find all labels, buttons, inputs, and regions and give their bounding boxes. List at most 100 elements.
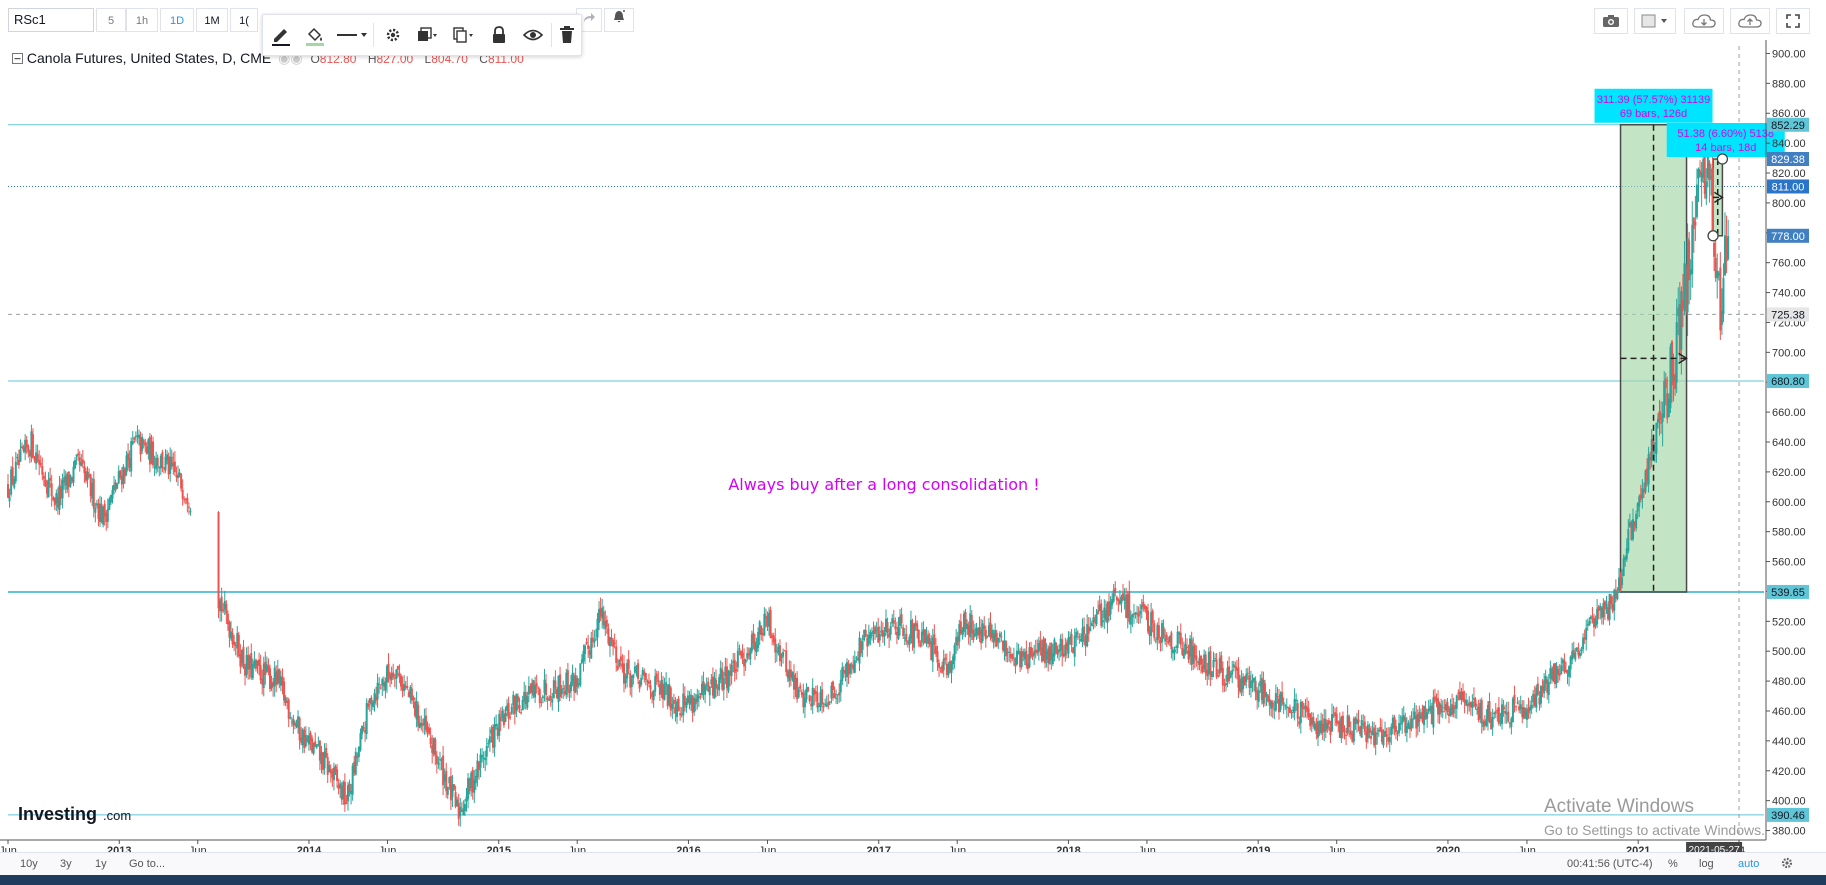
candle-body	[633, 666, 636, 673]
candle-body	[1078, 636, 1081, 638]
price-tick-label: 840.00	[1772, 138, 1806, 150]
time-tick-label: Jun	[189, 845, 207, 852]
price-tick-label: 440.00	[1772, 736, 1806, 748]
candle-body	[535, 683, 538, 687]
candle-body	[398, 672, 401, 676]
candle-body	[1221, 667, 1224, 686]
candle-body	[897, 626, 900, 639]
price-badge-label: 539.65	[1771, 587, 1805, 599]
candle-body	[488, 736, 491, 743]
timeframe-more[interactable]: 1(	[230, 8, 258, 32]
candle-body	[855, 657, 858, 659]
eye-icon[interactable]	[519, 21, 547, 49]
candle-body	[42, 475, 45, 479]
auto-toggle[interactable]: auto	[1738, 858, 1759, 870]
alert-icon[interactable]	[604, 8, 634, 32]
goto-button[interactable]: Go to...	[129, 858, 165, 870]
fill-bucket-icon[interactable]	[301, 21, 329, 49]
candle-body	[1507, 711, 1510, 722]
candle-body	[560, 689, 563, 695]
timeframe-5[interactable]: 5	[96, 8, 126, 32]
candle-body	[354, 751, 357, 775]
cloud-load-icon[interactable]	[1684, 8, 1724, 34]
candle-body	[1008, 652, 1011, 654]
candle-body	[77, 453, 80, 456]
candle-body	[902, 627, 905, 636]
layout-select-icon[interactable]	[1634, 8, 1676, 34]
candle-body	[518, 705, 521, 709]
candle-body	[152, 441, 155, 466]
candle-body	[1217, 675, 1220, 677]
pencil-icon[interactable]	[267, 21, 295, 49]
candle-body	[484, 758, 487, 761]
time-tick-label: 2020	[1436, 845, 1460, 852]
candle-body	[1282, 702, 1285, 705]
candle-body	[487, 742, 490, 745]
annotation-text[interactable]: Always buy after a long consolidation !	[728, 475, 1039, 494]
windows-watermark: Activate Windows Go to Settings to activ…	[1544, 796, 1765, 838]
candle-body	[541, 696, 544, 699]
gear-icon[interactable]	[379, 21, 407, 49]
time-tick-label: Jun	[0, 845, 17, 852]
symbol-input[interactable]: RSc1	[8, 8, 94, 32]
candle-body	[1136, 612, 1139, 614]
gear-icon[interactable]	[1780, 856, 1794, 873]
time-tick-label: Jun	[1328, 845, 1346, 852]
log-toggle[interactable]: log	[1699, 858, 1714, 870]
candle-body	[345, 802, 348, 805]
watermark-line1: Activate Windows	[1544, 796, 1694, 817]
candle-body	[1491, 716, 1494, 728]
candle-body	[944, 657, 947, 660]
timeframe-1m[interactable]: 1M	[196, 8, 228, 32]
price-tick-label: 880.00	[1772, 78, 1806, 90]
copy-icon[interactable]	[449, 21, 477, 49]
candle-body	[752, 632, 755, 644]
measure-handle[interactable]	[1716, 153, 1729, 165]
candle-body	[509, 716, 512, 718]
candle-body	[652, 691, 655, 701]
candle-body	[1165, 634, 1168, 641]
candle-body	[822, 706, 825, 708]
candle-body	[435, 755, 438, 764]
candle-body	[722, 677, 725, 690]
trash-icon[interactable]	[553, 21, 581, 49]
fullscreen-icon[interactable]	[1776, 8, 1810, 34]
candle-body	[566, 670, 569, 691]
timeframe-1h[interactable]: 1h	[126, 8, 158, 32]
time-tick-label: Jun	[948, 845, 966, 852]
line-style-icon[interactable]	[333, 21, 371, 49]
candle-body	[437, 763, 440, 765]
candle-body	[463, 804, 466, 811]
candle-body	[1705, 181, 1708, 199]
range-3y[interactable]: 3y	[60, 858, 72, 870]
candle-body	[1331, 714, 1334, 732]
candle-body	[186, 497, 189, 504]
candle-body	[933, 634, 936, 645]
camera-icon[interactable]	[1594, 8, 1628, 34]
candle-body	[1073, 635, 1076, 657]
candle-body	[1580, 649, 1583, 651]
time-tick-label: 2014	[297, 845, 322, 852]
candle-body	[807, 686, 810, 692]
candle-body	[1376, 733, 1379, 735]
measure-handle[interactable]	[1707, 230, 1719, 242]
collapse-icon[interactable]	[12, 53, 23, 64]
price-chart[interactable]: 311.39 (57.57%) 31139 69 bars, 126d 51.38 …	[0, 40, 1826, 852]
candle-body	[225, 603, 228, 614]
cloud-save-icon[interactable]	[1730, 8, 1770, 34]
lock-icon[interactable]	[485, 21, 513, 49]
candle-body	[997, 638, 1000, 643]
range-10y[interactable]: 10y	[20, 858, 38, 870]
clone-icon[interactable]	[413, 21, 441, 49]
percent-toggle[interactable]: %	[1668, 858, 1678, 870]
price-tick-label: 520.00	[1772, 616, 1806, 628]
candle-body	[1090, 623, 1093, 627]
candle-body	[587, 645, 590, 650]
candle-body	[671, 703, 674, 709]
candle-body	[1555, 665, 1558, 684]
timeframe-1d[interactable]: 1D	[160, 8, 194, 32]
candle-body	[540, 701, 543, 703]
candle-body	[365, 703, 368, 734]
candle-body	[516, 696, 519, 702]
range-1y[interactable]: 1y	[95, 858, 107, 870]
